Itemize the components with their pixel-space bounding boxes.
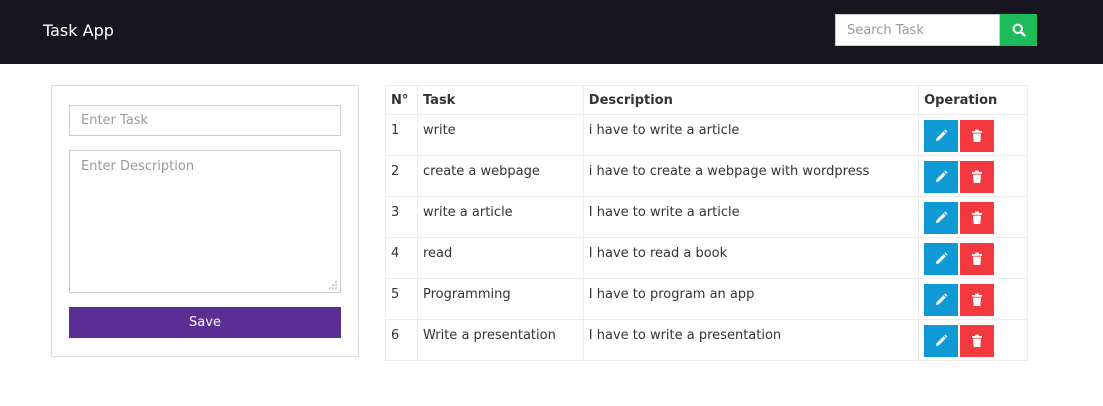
table-header-row: N° Task Description Operation [385,85,1028,115]
table-row: 5 Programming I have to program an app [385,278,1028,320]
search-button[interactable] [1000,14,1037,46]
row-number: 6 [385,319,418,361]
header-number: N° [385,85,418,115]
pencil-icon [936,252,948,264]
edit-button[interactable] [924,243,959,275]
row-description: I have to program an app [582,278,920,320]
table-row: 4 read I have to read a book [385,237,1028,279]
row-number: 5 [385,278,418,320]
row-description: I have to read a book [582,237,920,279]
row-description: I have to write a article [582,196,920,238]
row-task: read [416,237,584,279]
header-task: Task [416,85,584,115]
delete-button[interactable] [960,325,995,357]
row-description: I have to write a presentation [582,319,920,361]
app-brand[interactable]: Task App [43,20,114,42]
row-number: 4 [385,237,418,279]
row-operations [918,237,1028,279]
task-form-panel: Save [51,85,359,357]
trash-icon [972,129,983,142]
trash-icon [972,293,983,306]
delete-button[interactable] [960,202,995,234]
pencil-icon [936,129,948,141]
edit-button[interactable] [924,202,959,234]
table-row: 3 write a article I have to write a arti… [385,196,1028,238]
row-task: Write a presentation [416,319,584,361]
edit-button[interactable] [924,325,959,357]
row-number: 1 [385,114,418,156]
row-operations [918,196,1028,238]
pencil-icon [936,211,948,223]
row-task: write a article [416,196,584,238]
delete-button[interactable] [960,161,995,193]
header-description: Description [582,85,920,115]
trash-icon [972,211,983,224]
row-task: write [416,114,584,156]
row-description: i have to write a article [582,114,920,156]
row-task: create a webpage [416,155,584,197]
trash-icon [972,334,983,347]
row-operations [918,319,1028,361]
delete-button[interactable] [960,120,995,152]
pencil-icon [936,334,948,346]
trash-icon [972,170,983,183]
delete-button[interactable] [960,284,995,316]
pencil-icon [936,293,948,305]
header-operation: Operation [918,85,1028,115]
table-row: 6 Write a presentation I have to write a… [385,319,1028,361]
search-input[interactable] [835,14,1000,46]
delete-button[interactable] [960,243,995,275]
table-row: 2 create a webpage i have to create a we… [385,155,1028,197]
task-input[interactable] [69,105,341,136]
navbar: Task App [0,0,1103,64]
trash-icon [972,252,983,265]
row-description: i have to create a webpage with wordpres… [582,155,920,197]
task-table: N° Task Description Operation 1 write i … [385,85,1028,361]
row-number: 2 [385,155,418,197]
description-input[interactable] [69,150,341,293]
row-task: Programming [416,278,584,320]
save-button[interactable]: Save [69,307,341,338]
search-icon [1012,23,1026,37]
edit-button[interactable] [924,161,959,193]
row-operations [918,155,1028,197]
row-number: 3 [385,196,418,238]
resize-grip-icon[interactable] [328,280,338,290]
table-row: 1 write i have to write a article [385,114,1028,156]
edit-button[interactable] [924,284,959,316]
row-operations [918,278,1028,320]
edit-button[interactable] [924,120,959,152]
pencil-icon [936,170,948,182]
row-operations [918,114,1028,156]
